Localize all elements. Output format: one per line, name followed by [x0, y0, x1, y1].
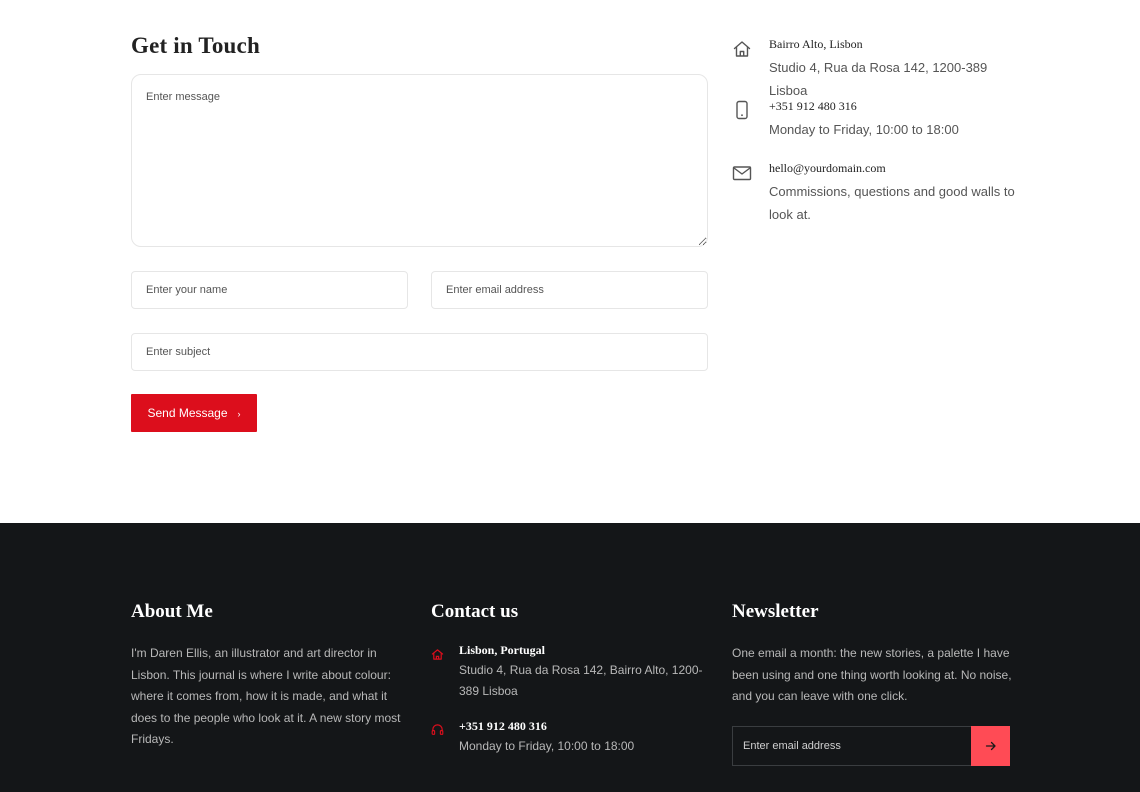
phone-icon [736, 100, 748, 120]
about-title: About Me [131, 601, 213, 622]
email-heading[interactable]: hello@yourdomain.com [769, 160, 1029, 176]
phone-hours: Monday to Friday, 10:00 to 18:00 [769, 122, 959, 137]
newsletter-text: One email a month: the new stories, a pa… [732, 646, 1012, 703]
newsletter-form [732, 726, 1010, 766]
footer-phone-heading: +351 912 480 316 [459, 719, 547, 733]
contact-us-title: Contact us [431, 601, 519, 622]
home-icon [431, 649, 444, 660]
contact-section: Get in Touch Send Message › Bairro Alto,… [0, 0, 1140, 523]
name-input[interactable] [131, 271, 408, 309]
footer-address-heading: Lisbon, Portugal [459, 643, 546, 657]
chevron-right-icon: › [237, 408, 241, 419]
site-footer: About Me I'm Daren Ellis, an illustrator… [0, 523, 1140, 792]
mail-icon [732, 166, 752, 181]
subject-input[interactable] [131, 333, 708, 371]
footer-address-text: Studio 4, Rua da Rosa 142, Bairro Alto, … [459, 663, 703, 698]
newsletter-submit-button[interactable] [971, 726, 1010, 766]
about-text: I'm Daren Ellis, an illustrator and art … [131, 646, 401, 746]
address-text: Studio 4, Rua da Rosa 142, 1200-389 Lisb… [769, 60, 988, 98]
address-heading: Bairro Alto, Lisbon [769, 37, 863, 51]
email-text: Commissions, questions and good walls to… [769, 184, 1015, 222]
footer-phone-hours: Monday to Friday, 10:00 to 18:00 [459, 739, 635, 753]
message-textarea[interactable] [131, 74, 708, 247]
newsletter-title: Newsletter [732, 601, 819, 622]
email-input[interactable] [431, 271, 708, 309]
send-message-button[interactable]: Send Message › [131, 394, 257, 432]
send-message-label: Send Message [147, 406, 228, 420]
newsletter-email-input[interactable] [732, 726, 971, 766]
arrow-right-icon [985, 741, 996, 751]
headphones-icon [431, 724, 444, 735]
home-icon [733, 41, 751, 57]
contact-title: Get in Touch [131, 33, 260, 58]
phone-heading: +351 912 480 316 [769, 99, 857, 113]
